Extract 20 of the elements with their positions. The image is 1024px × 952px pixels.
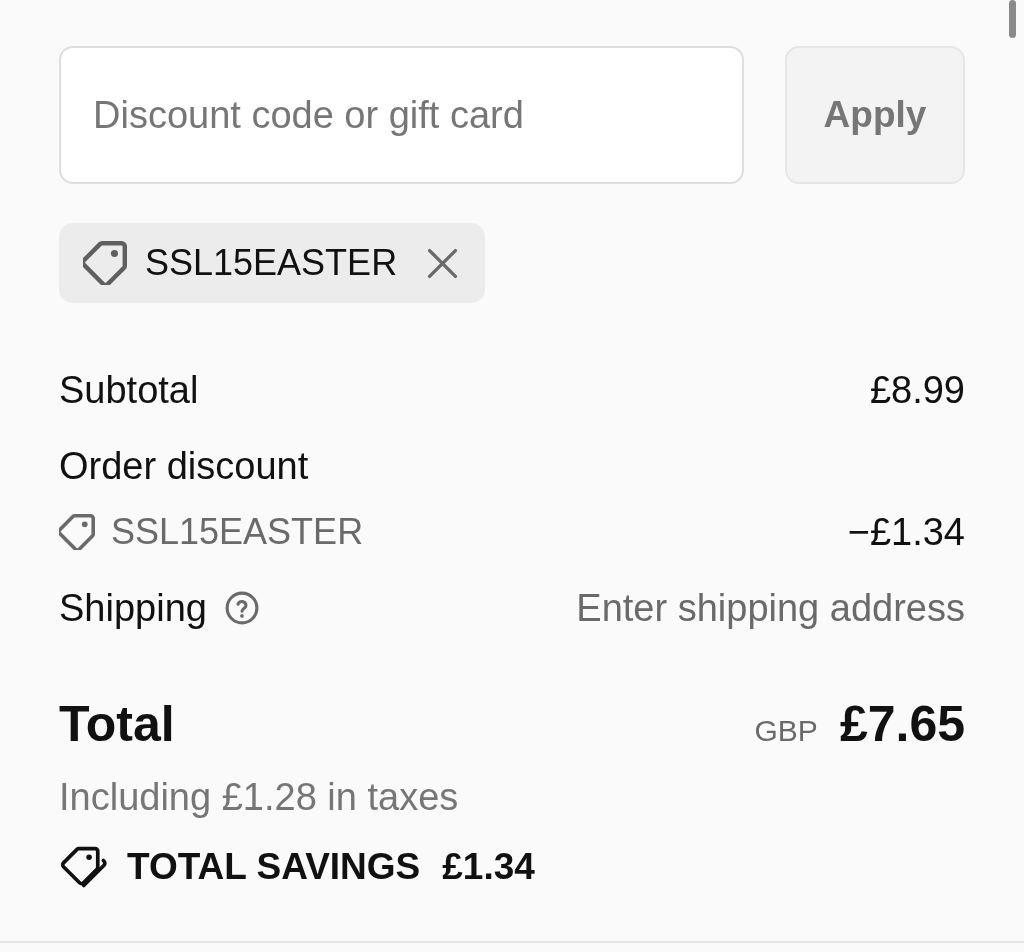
line-label: Order discount (59, 443, 309, 489)
line-label: Subtotal (59, 367, 199, 413)
savings-label: TOTAL SAVINGS (127, 845, 421, 890)
savings-amount: £1.34 (442, 845, 535, 890)
tax-note: Including £1.28 in taxes (59, 774, 459, 820)
help-icon[interactable] (224, 591, 259, 625)
discount-amount: −£1.34 (847, 509, 965, 555)
line-amount: £8.99 (869, 367, 965, 413)
discount-code-field[interactable]: Discount code or gift card (59, 46, 744, 184)
scrollbar-thumb[interactable] (1009, 0, 1016, 38)
discount-code: SSL15EASTER (145, 241, 398, 285)
discount-code: SSL15EASTER (111, 510, 364, 554)
close-icon[interactable] (427, 247, 459, 279)
shipping-note: Enter shipping address (576, 585, 965, 631)
currency-code: GBP (754, 712, 818, 749)
total-amount: £7.65 (839, 694, 965, 754)
tag-icon (59, 514, 95, 550)
line-label: Shipping (59, 585, 207, 631)
total-label: Total (59, 694, 175, 754)
tag-icon (83, 241, 127, 285)
